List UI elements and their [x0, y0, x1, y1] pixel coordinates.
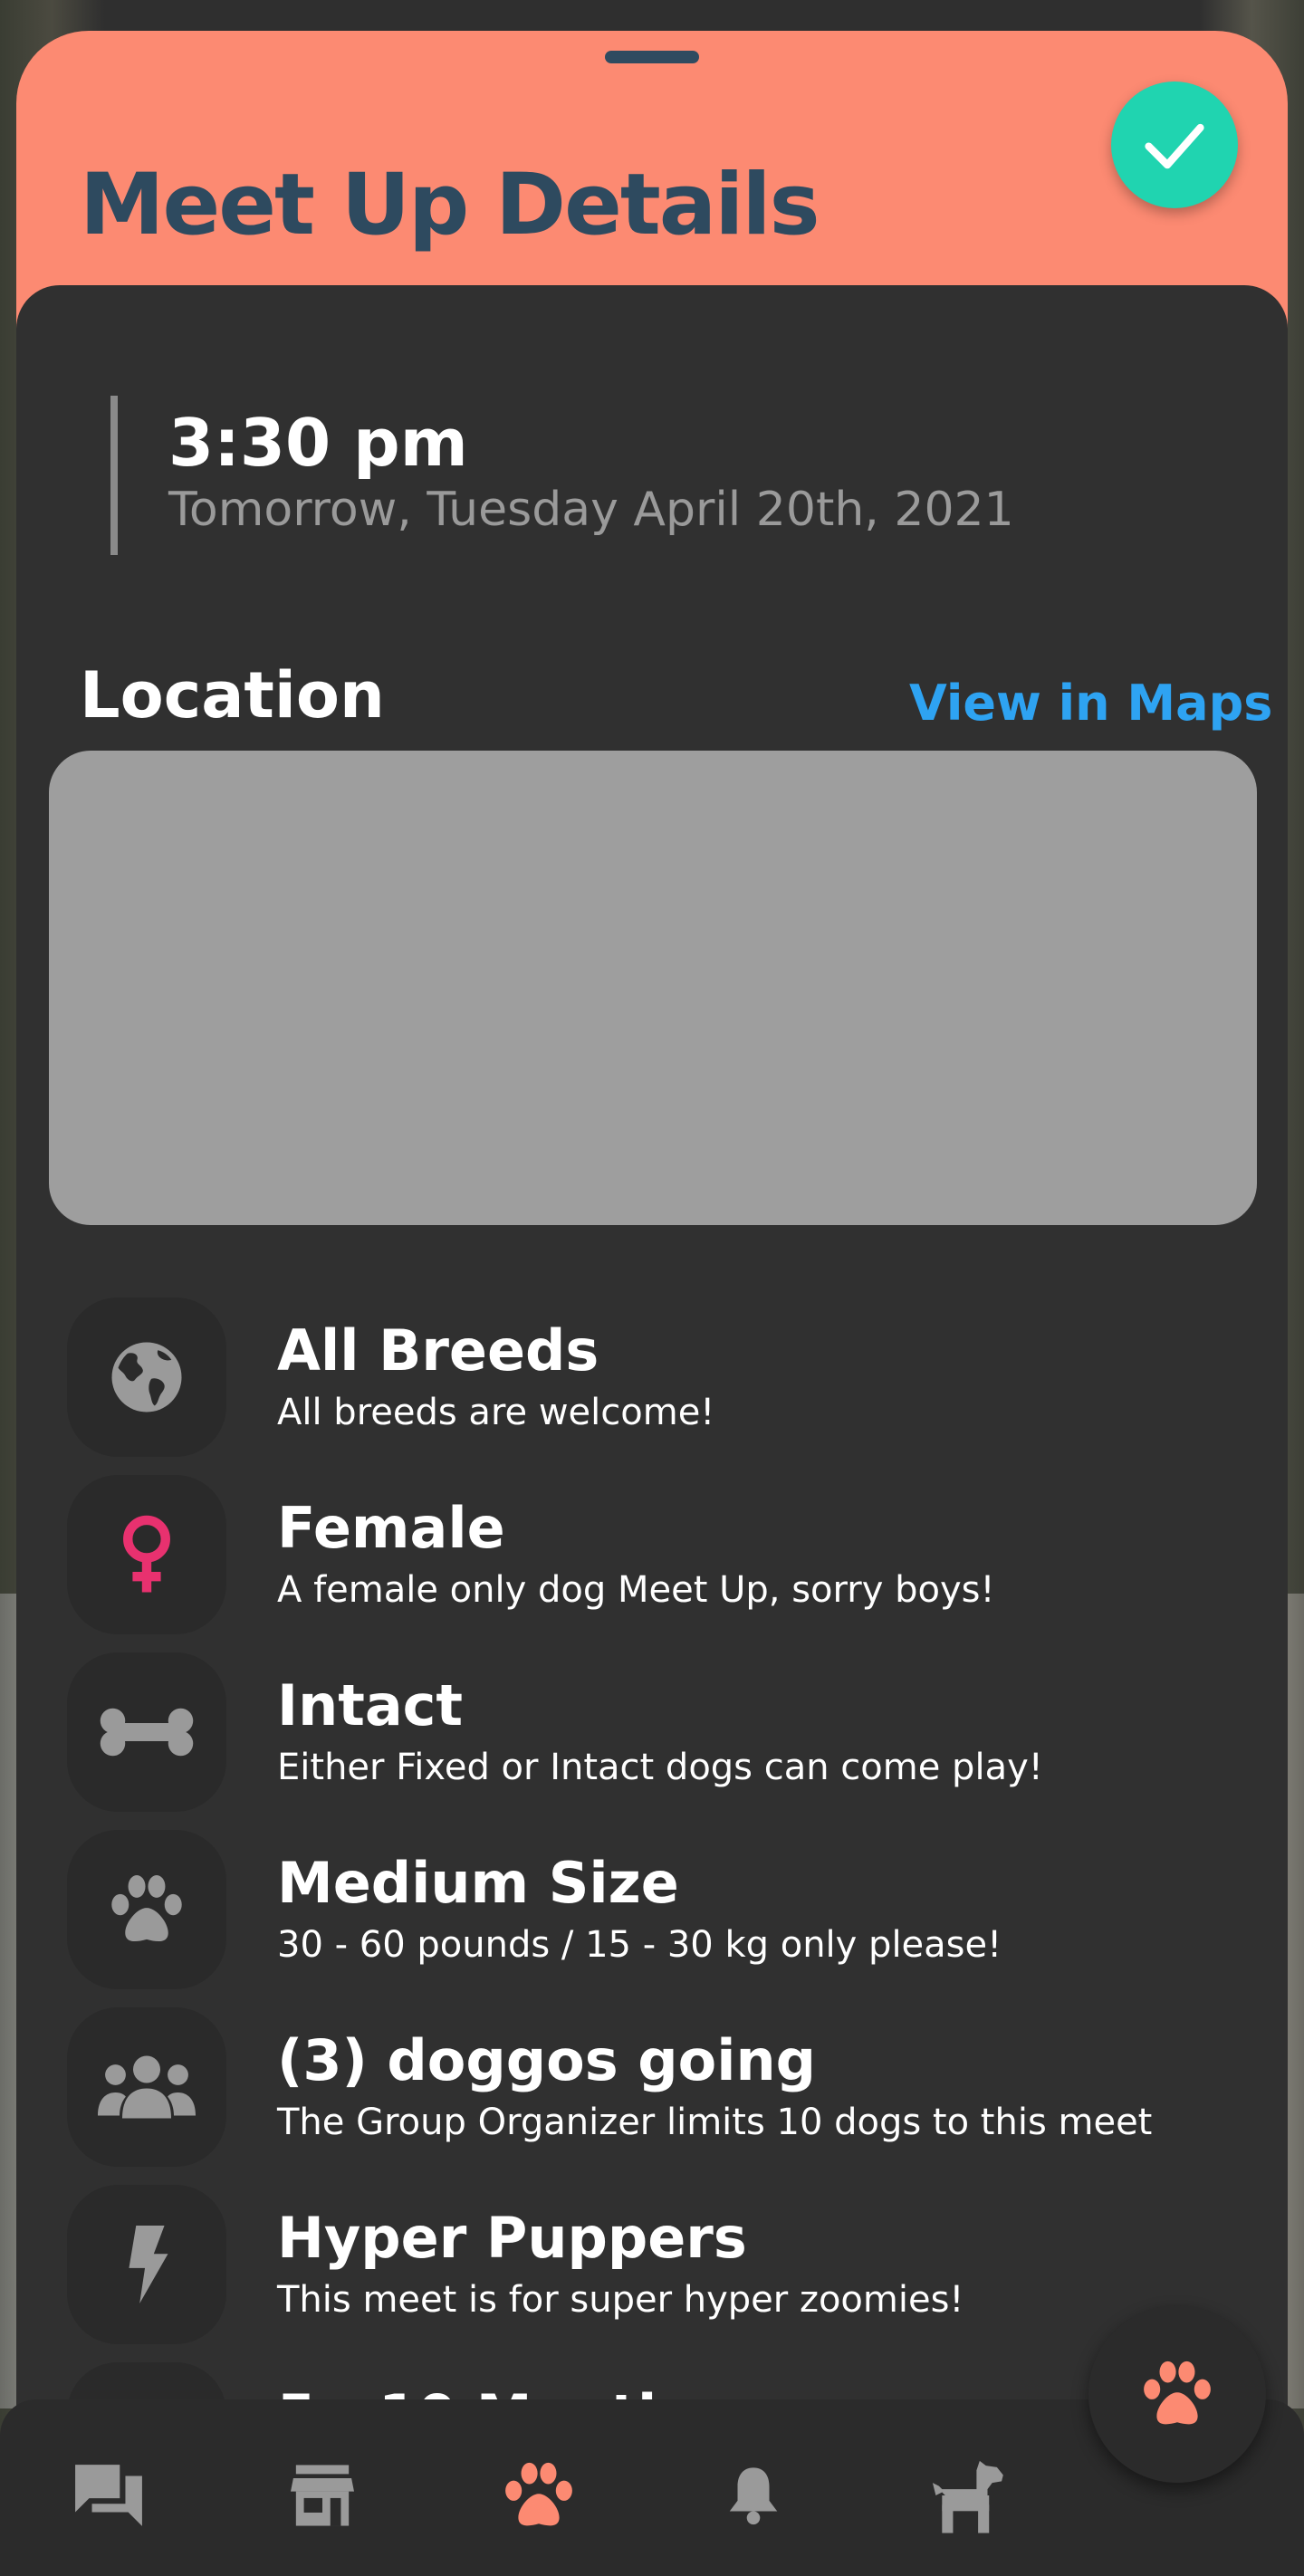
detail-description: This meet is for super hyper zoomies! [277, 2279, 964, 2321]
paw-icon [111, 1875, 182, 1942]
nav-store[interactable] [277, 2450, 368, 2541]
detail-description: The Group Organizer limits 10 dogs to th… [277, 2102, 1153, 2143]
detail-description: 30 - 60 pounds / 15 - 30 kg only please! [277, 1924, 1002, 1966]
paw-fab-button[interactable] [1088, 2305, 1266, 2483]
nav-dog-profile[interactable] [922, 2450, 1012, 2541]
nav-notifications[interactable] [708, 2450, 799, 2541]
chat-icon [75, 2465, 142, 2526]
page-title: Meet Up Details [80, 156, 820, 254]
detail-row-energy: Hyper Puppers This meet is for super hyp… [67, 2185, 1244, 2346]
meetup-time: 3:30 pm [168, 405, 468, 481]
detail-title: (3) doggos going [277, 2027, 816, 2093]
meetup-date: Tomorrow, Tuesday April 20th, 2021 [168, 483, 1014, 537]
dog-icon [932, 2460, 1003, 2533]
detail-row-intact: Intact Either Fixed or Intact dogs can c… [67, 1652, 1244, 1814]
view-in-maps-link[interactable]: View in Maps [909, 675, 1272, 732]
drag-handle[interactable] [605, 51, 699, 63]
detail-icon-tile [67, 2007, 226, 2167]
sheet-body: 3:30 pm Tomorrow, Tuesday April 20th, 20… [16, 285, 1288, 2576]
detail-title: Medium Size [277, 1850, 679, 1916]
detail-icon-tile [67, 1830, 226, 1989]
nav-chat[interactable] [63, 2450, 154, 2541]
detail-description: A female only dog Meet Up, sorry boys! [277, 1569, 995, 1611]
detail-title: All Breeds [277, 1317, 599, 1384]
globe-icon [111, 1342, 182, 1412]
paw-icon [1144, 2361, 1211, 2425]
meetup-sheet: Meet Up Details 3:30 pm Tomorrow, Tuesda… [16, 31, 1288, 2576]
nav-paw[interactable] [494, 2450, 584, 2541]
detail-icon-tile [67, 1298, 226, 1457]
detail-title: Intact [277, 1672, 464, 1738]
detail-row-attendees: (3) doggos going The Group Organizer lim… [67, 2007, 1244, 2169]
location-title: Location [80, 658, 385, 733]
detail-icon-tile [67, 2185, 226, 2344]
detail-row-sex: Female A female only dog Meet Up, sorry … [67, 1475, 1244, 1636]
detail-description: All breeds are welcome! [277, 1392, 715, 1433]
female-icon [123, 1515, 170, 1593]
detail-row-breeds: All Breeds All breeds are welcome! [67, 1298, 1244, 1459]
paw-icon [505, 2462, 572, 2526]
bell-icon [729, 2467, 778, 2525]
detail-description: Either Fixed or Intact dogs can come pla… [277, 1747, 1043, 1788]
group-icon [98, 2055, 196, 2119]
detail-title: Female [277, 1495, 505, 1561]
detail-row-size: Medium Size 30 - 60 pounds / 15 - 30 kg … [67, 1830, 1244, 1991]
store-icon [291, 2465, 354, 2526]
checkmark-icon [1145, 123, 1204, 169]
bone-icon [100, 1708, 194, 1757]
bolt-icon [129, 2226, 168, 2303]
time-block: 3:30 pm Tomorrow, Tuesday April 20th, 20… [110, 396, 1014, 555]
map-placeholder[interactable] [49, 751, 1257, 1225]
detail-icon-tile [67, 1475, 226, 1634]
detail-title: Hyper Puppers [277, 2205, 747, 2271]
confirm-button[interactable] [1111, 81, 1238, 208]
detail-icon-tile [67, 1652, 226, 1812]
